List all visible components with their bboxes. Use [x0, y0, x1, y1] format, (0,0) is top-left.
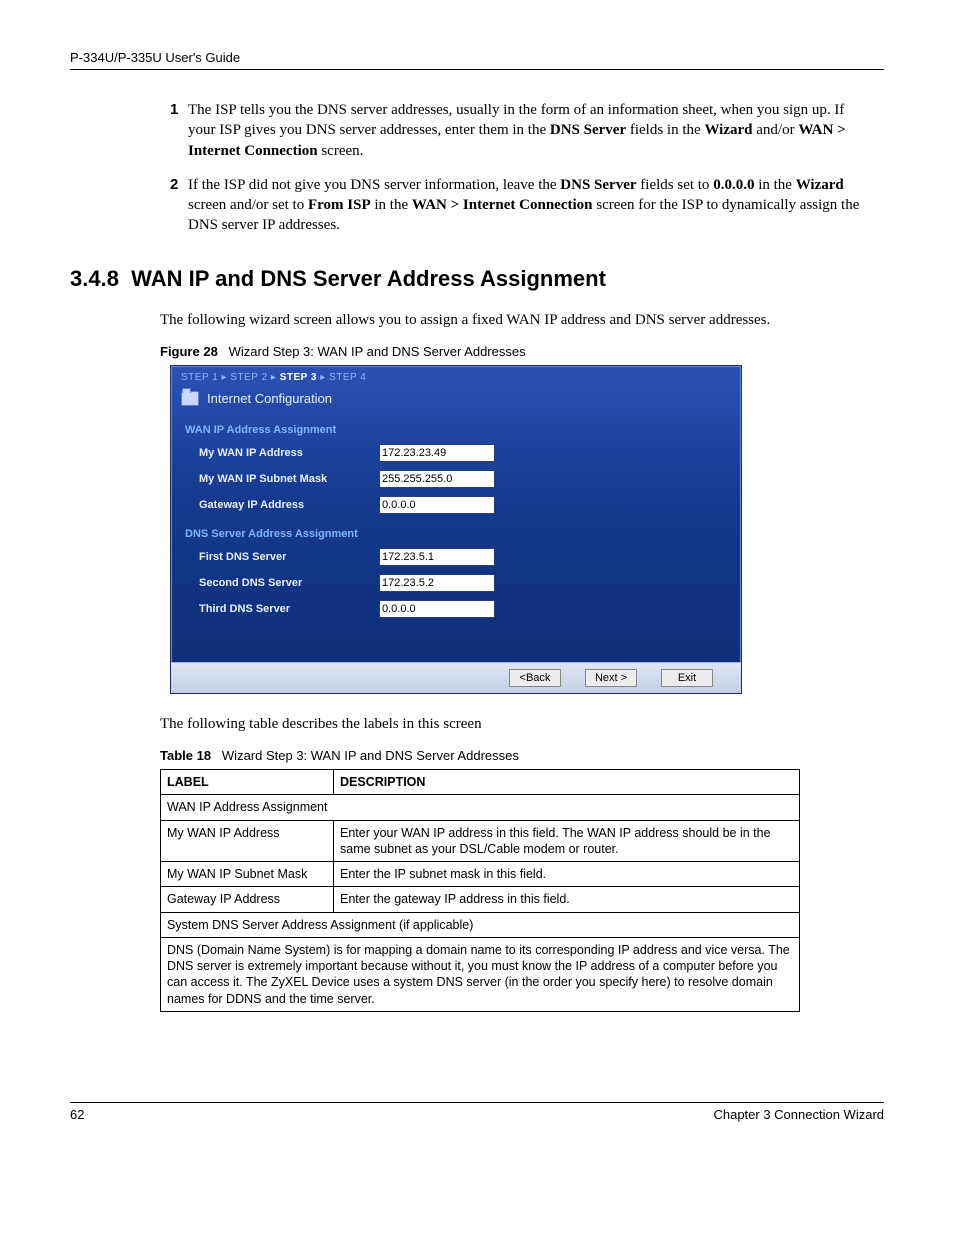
field-row: Third DNS Server: [171, 596, 741, 622]
wizard-steps: STEP 1 ▸ STEP 2 ▸ STEP 3 ▸ STEP 4: [171, 366, 741, 389]
field-row: My WAN IP Subnet Mask: [171, 466, 741, 492]
wizard-footer: <Back Next > Exit: [171, 662, 741, 693]
figure-caption: Figure 28 Wizard Step 3: WAN IP and DNS …: [160, 344, 884, 359]
list-item: 2 If the ISP did not give you DNS server…: [170, 175, 864, 236]
section-title: WAN IP and DNS Server Address Assignment: [131, 266, 606, 291]
table-label-cell: Gateway IP Address: [161, 887, 334, 912]
wizard-step: STEP 1: [181, 372, 218, 383]
page-number: 62: [70, 1107, 84, 1122]
table-desc-cell: Enter the IP subnet mask in this field.: [334, 862, 800, 887]
field-row: My WAN IP Address: [171, 440, 741, 466]
dns-group-label: DNS Server Address Assignment: [171, 518, 741, 544]
table-span-cell: DNS (Domain Name System) is for mapping …: [161, 937, 800, 1011]
numbered-list: 1 The ISP tells you the DNS server addre…: [170, 100, 864, 236]
table-row: Gateway IP AddressEnter the gateway IP a…: [161, 887, 800, 912]
list-item: 1 The ISP tells you the DNS server addre…: [170, 100, 864, 161]
after-figure-text: The following table describes the labels…: [160, 714, 864, 734]
table-caption-text: Wizard Step 3: WAN IP and DNS Server Add…: [222, 748, 519, 763]
back-button[interactable]: <Back: [509, 669, 561, 687]
table-caption: Table 18 Wizard Step 3: WAN IP and DNS S…: [160, 748, 884, 763]
table-label: Table 18: [160, 748, 211, 763]
header-guide: P-334U/P-335U User's Guide: [70, 50, 884, 70]
ip-input[interactable]: [379, 548, 495, 566]
wizard-step: STEP 2: [230, 372, 267, 383]
table-row: DNS (Domain Name System) is for mapping …: [161, 937, 800, 1011]
list-number: 1: [170, 100, 188, 161]
wan-ip-group-label: WAN IP Address Assignment: [171, 414, 741, 440]
field-row: First DNS Server: [171, 544, 741, 570]
next-button[interactable]: Next >: [585, 669, 637, 687]
list-text: The ISP tells you the DNS server address…: [188, 100, 864, 161]
page-footer: 62 Chapter 3 Connection Wizard: [70, 1102, 884, 1122]
description-table: LABEL DESCRIPTION WAN IP Address Assignm…: [160, 769, 800, 1012]
chapter-label: Chapter 3 Connection Wizard: [713, 1107, 884, 1122]
ip-input[interactable]: [379, 574, 495, 592]
table-row: My WAN IP Subnet MaskEnter the IP subnet…: [161, 862, 800, 887]
th-desc: DESCRIPTION: [334, 770, 800, 795]
field-label: Gateway IP Address: [199, 499, 379, 511]
table-row: WAN IP Address Assignment: [161, 795, 800, 820]
field-label: First DNS Server: [199, 551, 379, 563]
exit-button[interactable]: Exit: [661, 669, 713, 687]
field-label: My WAN IP Subnet Mask: [199, 473, 379, 485]
ip-input[interactable]: [379, 444, 495, 462]
figure-label: Figure 28: [160, 344, 218, 359]
folder-icon: [181, 391, 199, 406]
table-row: My WAN IP AddressEnter your WAN IP addre…: [161, 820, 800, 862]
table-label-cell: My WAN IP Subnet Mask: [161, 862, 334, 887]
wizard-screenshot: STEP 1 ▸ STEP 2 ▸ STEP 3 ▸ STEP 4 Intern…: [170, 365, 742, 694]
section-number: 3.4.8: [70, 266, 119, 291]
field-label: My WAN IP Address: [199, 447, 379, 459]
list-number: 2: [170, 175, 188, 236]
table-row: System DNS Server Address Assignment (if…: [161, 912, 800, 937]
ip-input[interactable]: [379, 600, 495, 618]
wizard-title: Internet Configuration: [207, 391, 332, 406]
ip-input[interactable]: [379, 470, 495, 488]
section-heading: 3.4.8 WAN IP and DNS Server Address Assi…: [70, 266, 884, 292]
figure-caption-text: Wizard Step 3: WAN IP and DNS Server Add…: [229, 344, 526, 359]
field-row: Second DNS Server: [171, 570, 741, 596]
table-span-cell: System DNS Server Address Assignment (if…: [161, 912, 800, 937]
table-desc-cell: Enter your WAN IP address in this field.…: [334, 820, 800, 862]
table-label-cell: My WAN IP Address: [161, 820, 334, 862]
field-label: Third DNS Server: [199, 603, 379, 615]
field-label: Second DNS Server: [199, 577, 379, 589]
section-intro: The following wizard screen allows you t…: [160, 310, 864, 330]
table-desc-cell: Enter the gateway IP address in this fie…: [334, 887, 800, 912]
th-label: LABEL: [161, 770, 334, 795]
wizard-step: STEP 4: [329, 372, 366, 383]
field-row: Gateway IP Address: [171, 492, 741, 518]
wizard-step: STEP 3: [280, 372, 317, 383]
ip-input[interactable]: [379, 496, 495, 514]
wizard-title-row: Internet Configuration: [171, 389, 741, 414]
list-text: If the ISP did not give you DNS server i…: [188, 175, 864, 236]
table-span-cell: WAN IP Address Assignment: [161, 795, 800, 820]
